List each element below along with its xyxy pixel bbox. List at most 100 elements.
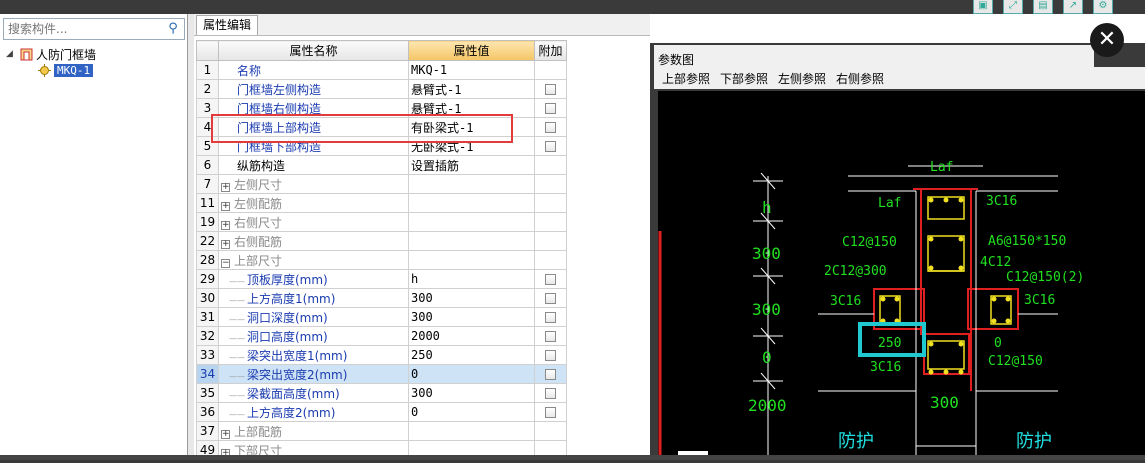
extra-checkbox[interactable] [545,312,556,323]
component-tree-panel: ⚲ ◢ 人防门框墙 MKQ-1 [0,14,188,460]
collapse-icon[interactable]: ◢ [6,49,16,59]
menu-right-ref[interactable]: 右侧参照 [836,70,884,87]
disk-icon[interactable]: ▤ [1033,0,1053,14]
property-value[interactable]: 2000 [408,326,535,346]
property-label: 梁截面高度(mm) [247,386,340,401]
extra-cell [534,136,567,156]
expand-icon[interactable]: + [221,239,230,249]
tree-item-root[interactable]: ◢ 人防门框墙 [6,46,96,62]
c3c16-top-label: 3C16 [986,194,1017,209]
table-row[interactable]: 22 + 右侧配筋 [196,231,567,251]
tree-root-label: 人防门框墙 [36,47,97,62]
property-value[interactable] [408,421,535,441]
property-value[interactable] [408,231,535,251]
table-row[interactable]: 35 —— 梁截面高度(mm) 300 [196,383,567,403]
property-value[interactable]: 0 [408,364,535,384]
extra-cell [534,269,567,289]
expand-icon[interactable]: + [221,220,230,230]
table-row[interactable]: 33 —— 梁突出宽度1(mm) 250 [196,345,567,365]
extra-checkbox[interactable] [545,274,556,285]
property-value[interactable] [408,212,535,232]
row-number: 36 [196,402,219,422]
row-number: 6 [196,155,219,175]
table-row[interactable]: 11 + 左侧配筋 [196,193,567,213]
search-input[interactable] [4,19,159,39]
rebar-diagram: h 300 300 0 2000 Laf Laf 3C16 C12@150 A6… [658,160,1084,460]
dim-300a-label: 300 [752,244,781,263]
table-row[interactable]: 7 + 左侧尺寸 [196,174,567,194]
table-row[interactable]: 29 —— 顶板厚度(mm) h [196,269,567,289]
extra-cell [534,98,567,118]
extra-cell [534,326,567,346]
property-value[interactable] [408,174,535,194]
extra-checkbox[interactable] [545,141,556,152]
extra-checkbox[interactable] [545,84,556,95]
table-row[interactable]: 2 门框墙左侧构造 悬臂式-1 [196,79,567,99]
property-label: 左侧尺寸 [234,177,283,192]
c12-150-2-label: C12@150(2) [1006,270,1084,285]
tab-property-edit[interactable]: 属性编辑 [196,15,259,35]
property-name: + 左侧配筋 [218,193,409,213]
table-row[interactable]: 28− 上部尺寸 [196,250,567,270]
extra-checkbox[interactable] [545,388,556,399]
property-value[interactable]: 300 [408,288,535,308]
search-icon[interactable]: ⚲ [164,21,182,37]
property-value[interactable]: 300 [408,307,535,327]
table-row[interactable]: 19 + 右侧尺寸 [196,212,567,232]
tab-bar: 属性编辑 [194,14,650,36]
tree-line: —— [221,409,245,419]
menu-left-ref[interactable]: 左侧参照 [778,70,826,87]
extra-checkbox[interactable] [545,331,556,342]
expand-icon[interactable]: + [221,201,230,211]
property-value[interactable] [408,250,535,270]
close-icon[interactable]: ✕ [1090,23,1124,57]
save-icon[interactable]: ▣ [973,0,993,14]
property-value[interactable]: 300 [408,383,535,403]
table-row[interactable]: 6 纵筋构造 设置插筋 [196,155,567,175]
extra-checkbox[interactable] [545,350,556,361]
table-row[interactable]: 31 —— 洞口深度(mm) 300 [196,307,567,327]
table-row[interactable]: 34 —— 梁突出宽度2(mm) 0 [196,364,567,384]
tree-item-child[interactable]: MKQ-1 [34,62,96,78]
c3c16-right-label: 3C16 [1024,293,1055,308]
header-value: 属性值 [408,40,535,61]
property-value[interactable]: MKQ-1 [408,60,535,80]
tree-line: —— [221,333,245,343]
table-row[interactable]: 30 —— 上方高度1(mm) 300 [196,288,567,308]
property-label: 上方高度2(mm) [247,405,336,420]
expand-icon[interactable]: + [221,429,230,439]
collapse-icon[interactable]: − [221,258,230,268]
dim-300b-label: 300 [752,300,781,319]
dim-2000-label: 2000 [748,396,787,415]
table-row[interactable]: 37 + 上部配筋 [196,421,567,441]
property-value[interactable]: 250 [408,345,535,365]
property-value[interactable]: 悬臂式-1 [408,79,535,99]
export-icon[interactable]: ↗ [1063,0,1083,14]
table-row[interactable]: 32 —— 洞口高度(mm) 2000 [196,326,567,346]
extra-checkbox[interactable] [545,103,556,114]
menu-top-ref[interactable]: 上部参照 [662,70,710,87]
expand-icon[interactable]: + [221,182,230,192]
property-value[interactable]: 0 [408,402,535,422]
fit-icon[interactable]: ⤢ [1003,0,1023,14]
table-row[interactable]: 36 —— 上方高度2(mm) 0 [196,402,567,422]
settings-icon[interactable]: ⚙ [1093,0,1113,14]
c2c12-300-label: 2C12@300 [824,264,887,279]
property-value[interactable]: h [408,269,535,289]
extra-checkbox[interactable] [545,369,556,380]
header-name: 属性名称 [218,40,409,61]
property-name: —— 梁突出宽度2(mm) [218,364,409,384]
row-number: 34 [196,364,219,384]
table-row[interactable]: 1 名称 MKQ-1 [196,60,567,80]
property-value[interactable]: 设置插筋 [408,155,535,175]
property-value[interactable] [408,193,535,213]
extra-checkbox[interactable] [545,293,556,304]
extra-checkbox[interactable] [545,122,556,133]
extra-checkbox[interactable] [545,407,556,418]
property-label: 纵筋构造 [237,158,286,173]
search-box: ⚲ [3,18,185,40]
table-header-row: 属性名称 属性值 附加 [196,40,567,61]
menu-bottom-ref[interactable]: 下部参照 [720,70,768,87]
property-label: 上方高度1(mm) [247,291,336,306]
dim-0-label: 0 [762,348,772,367]
